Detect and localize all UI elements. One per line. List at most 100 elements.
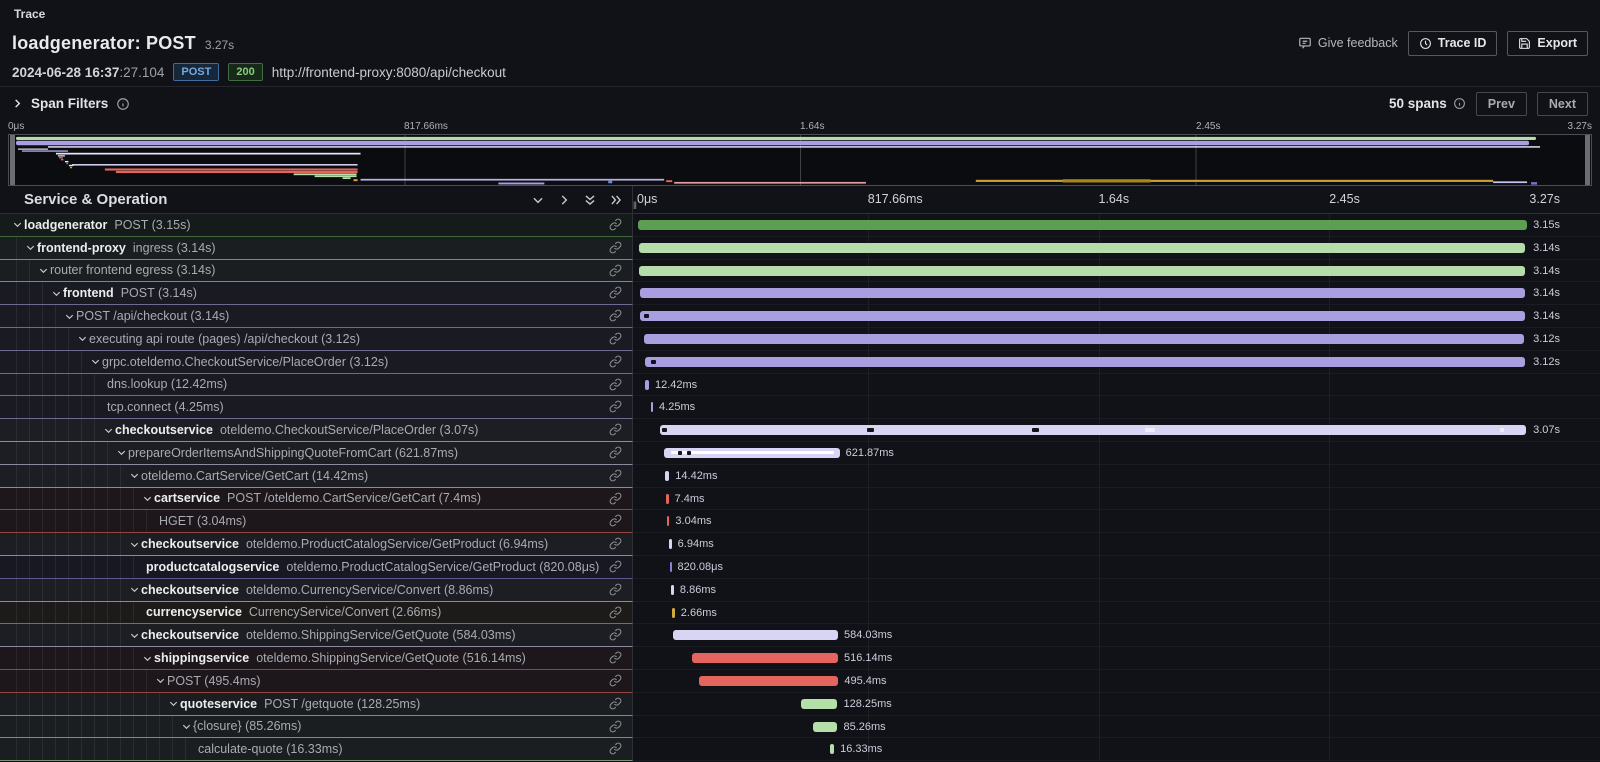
span-duration-bar[interactable] — [801, 699, 837, 709]
span-duration-bar[interactable] — [669, 539, 672, 549]
span-duration-bar[interactable] — [644, 334, 1525, 344]
span-row[interactable]: oteldemo.CartService/GetCart (14.42ms)14… — [0, 465, 1600, 488]
span-row[interactable]: loadgeneratorPOST (3.15s)3.15s — [0, 214, 1600, 237]
span-link-icon[interactable] — [609, 400, 622, 418]
span-duration-bar[interactable] — [639, 266, 1525, 276]
span-row[interactable]: tcp.connect (4.25ms)4.25ms — [0, 396, 1600, 419]
span-row[interactable]: executing api route (pages) /api/checkou… — [0, 328, 1600, 351]
span-link-icon[interactable] — [609, 651, 622, 669]
span-link-icon[interactable] — [609, 378, 622, 396]
minimap-viewport[interactable] — [8, 134, 1592, 186]
chevron-down-icon[interactable] — [101, 425, 115, 436]
export-button[interactable]: Export — [1507, 31, 1588, 56]
span-duration-bar[interactable] — [813, 722, 837, 732]
span-link-icon[interactable] — [609, 446, 622, 464]
next-span-button[interactable]: Next — [1537, 92, 1588, 116]
span-link-icon[interactable] — [609, 264, 622, 282]
span-link-icon[interactable] — [609, 697, 622, 715]
span-duration-bar[interactable] — [673, 630, 838, 640]
chevron-down-icon[interactable] — [140, 653, 154, 664]
span-link-icon[interactable] — [609, 537, 622, 555]
span-row[interactable]: router frontend egress (3.14s)3.14s — [0, 260, 1600, 283]
span-row[interactable]: quoteservicePOST /getquote (128.25ms)128… — [0, 693, 1600, 716]
span-row[interactable]: checkoutserviceoteldemo.CurrencyService/… — [0, 579, 1600, 602]
chevron-down-icon[interactable] — [75, 333, 89, 344]
span-duration-bar[interactable] — [671, 585, 674, 595]
span-link-icon[interactable] — [609, 606, 622, 624]
span-row[interactable]: calculate-quote (16.33ms)16.33ms — [0, 738, 1600, 761]
chevron-down-icon[interactable] — [140, 493, 154, 504]
span-row[interactable]: productcatalogserviceoteldemo.ProductCat… — [0, 556, 1600, 579]
span-duration-bar[interactable] — [670, 562, 672, 572]
span-duration-bar[interactable] — [639, 243, 1525, 253]
span-link-icon[interactable] — [609, 742, 622, 760]
chevron-down-icon[interactable] — [10, 219, 24, 230]
span-row[interactable]: grpc.oteldemo.CheckoutService/PlaceOrder… — [0, 351, 1600, 374]
chevron-down-icon[interactable] — [49, 288, 63, 299]
collapse-one-icon[interactable] — [529, 191, 546, 208]
span-link-icon[interactable] — [609, 241, 622, 259]
span-row[interactable]: HGET (3.04ms)3.04ms — [0, 510, 1600, 533]
span-link-icon[interactable] — [609, 560, 622, 578]
chevron-down-icon[interactable] — [62, 311, 76, 322]
span-link-icon[interactable] — [609, 332, 622, 350]
collapse-all-icon[interactable] — [581, 191, 598, 208]
chevron-down-icon[interactable] — [127, 470, 141, 481]
chevron-down-icon[interactable] — [153, 675, 167, 686]
span-link-icon[interactable] — [609, 492, 622, 510]
span-duration-bar[interactable] — [664, 448, 840, 458]
span-link-icon[interactable] — [609, 423, 622, 441]
span-duration-bar[interactable] — [640, 288, 1525, 298]
span-duration-bar[interactable] — [667, 516, 670, 526]
span-row[interactable]: checkoutserviceoteldemo.ShippingService/… — [0, 624, 1600, 647]
span-duration-bar[interactable] — [666, 494, 669, 504]
span-duration-bar[interactable] — [692, 653, 838, 663]
span-row[interactable]: currencyserviceCurrencyService/Convert (… — [0, 602, 1600, 625]
expand-all-icon[interactable] — [607, 191, 624, 208]
chevron-down-icon[interactable] — [88, 356, 102, 367]
expand-one-icon[interactable] — [555, 191, 572, 208]
span-duration-bar[interactable] — [645, 357, 1525, 367]
span-link-icon[interactable] — [609, 309, 622, 327]
span-row[interactable]: checkoutserviceoteldemo.ProductCatalogSe… — [0, 533, 1600, 556]
span-row[interactable]: prepareOrderItemsAndShippingQuoteFromCar… — [0, 442, 1600, 465]
span-link-icon[interactable] — [609, 469, 622, 487]
trace-id-button[interactable]: Trace ID — [1408, 31, 1498, 56]
prev-span-button[interactable]: Prev — [1476, 92, 1527, 116]
span-row[interactable]: cartservicePOST /oteldemo.CartService/Ge… — [0, 488, 1600, 511]
span-duration-bar[interactable] — [638, 220, 1527, 230]
span-row[interactable]: frontendPOST (3.14s)3.14s — [0, 282, 1600, 305]
span-link-icon[interactable] — [609, 218, 622, 236]
span-row[interactable]: dns.lookup (12.42ms)12.42ms — [0, 374, 1600, 397]
span-link-icon[interactable] — [609, 720, 622, 738]
span-row[interactable]: shippingserviceoteldemo.ShippingService/… — [0, 647, 1600, 670]
span-row[interactable]: POST (495.4ms)495.4ms — [0, 670, 1600, 693]
chevron-down-icon[interactable] — [127, 584, 141, 595]
span-link-icon[interactable] — [609, 286, 622, 304]
span-duration-bar[interactable] — [830, 744, 835, 754]
span-filters-toggle[interactable]: Span Filters — [12, 96, 130, 111]
span-duration-bar[interactable] — [640, 311, 1525, 321]
span-link-icon[interactable] — [609, 355, 622, 373]
span-duration-bar[interactable] — [651, 402, 654, 412]
span-row[interactable]: checkoutserviceoteldemo.CheckoutService/… — [0, 419, 1600, 442]
panel-resize-handle[interactable]: ‖ — [633, 201, 638, 212]
span-duration-bar[interactable] — [699, 676, 839, 686]
span-row[interactable]: POST /api/checkout (3.14s)3.14s — [0, 305, 1600, 328]
span-link-icon[interactable] — [609, 628, 622, 646]
chevron-down-icon[interactable] — [23, 242, 37, 253]
span-row[interactable]: {closure} (85.26ms)85.26ms — [0, 716, 1600, 739]
give-feedback-button[interactable]: Give feedback — [1298, 36, 1398, 50]
chevron-down-icon[interactable] — [179, 721, 193, 732]
span-link-icon[interactable] — [609, 674, 622, 692]
span-duration-bar[interactable] — [660, 425, 1526, 435]
chevron-down-icon[interactable] — [114, 447, 128, 458]
span-duration-bar[interactable] — [672, 608, 675, 618]
span-link-icon[interactable] — [609, 514, 622, 532]
span-duration-bar[interactable] — [665, 471, 669, 481]
chevron-down-icon[interactable] — [127, 539, 141, 550]
span-link-icon[interactable] — [609, 583, 622, 601]
span-duration-bar[interactable] — [645, 380, 649, 390]
chevron-down-icon[interactable] — [127, 630, 141, 641]
chevron-down-icon[interactable] — [166, 698, 180, 709]
